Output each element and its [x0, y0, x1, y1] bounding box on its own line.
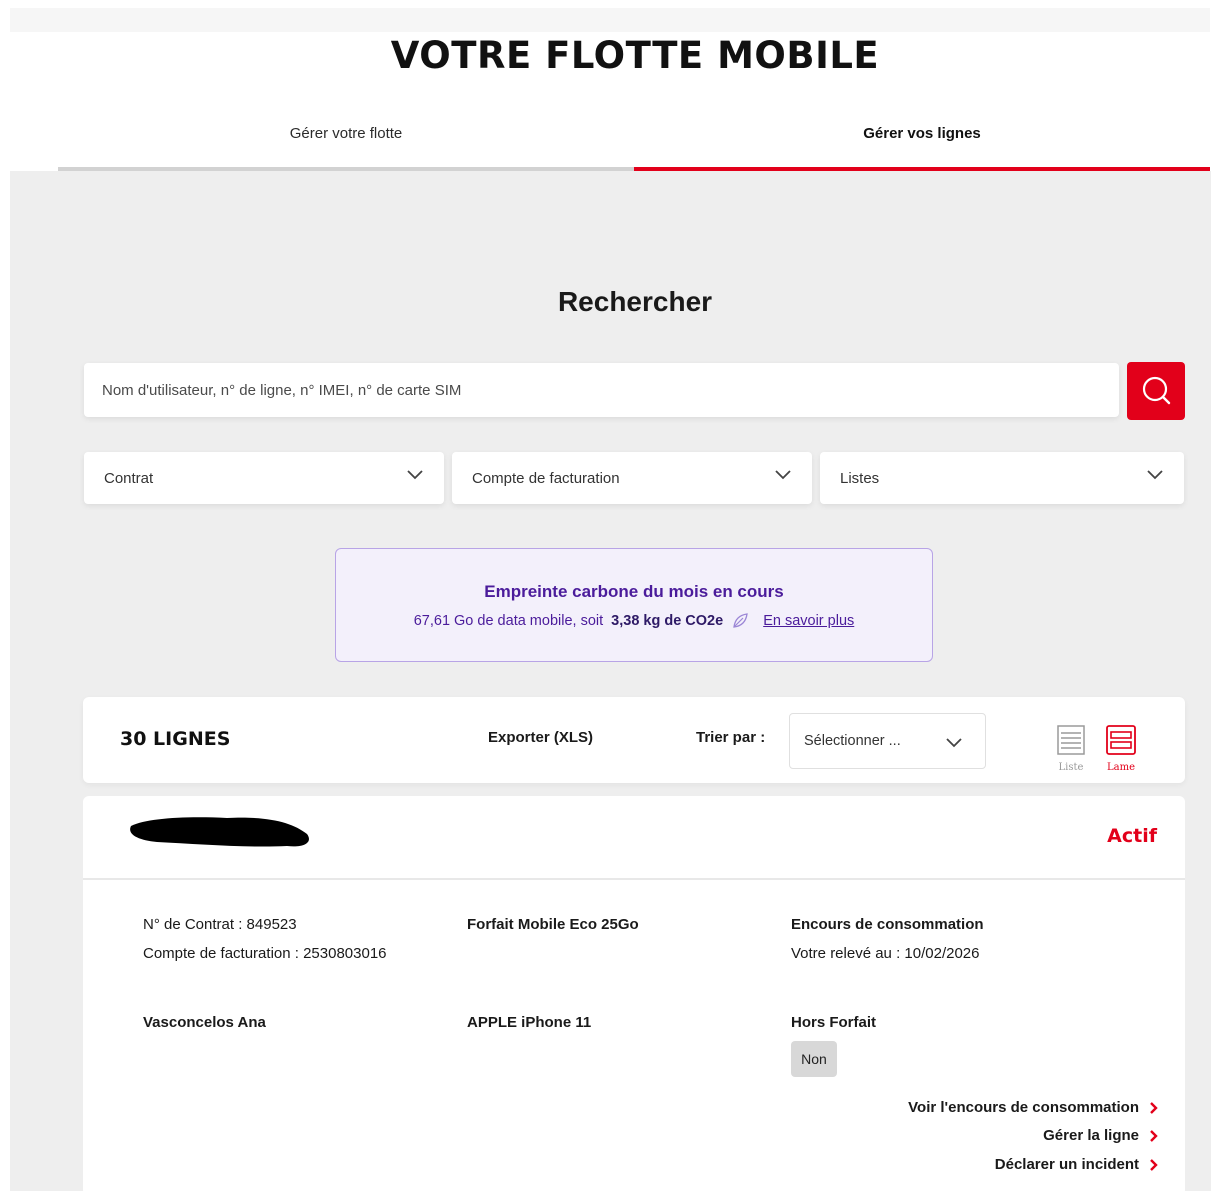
- filter-contract[interactable]: Contrat: [84, 452, 444, 504]
- line-user: Vasconcelos Ana: [143, 1014, 266, 1031]
- device-name: APPLE iPhone 11: [467, 1014, 592, 1031]
- filter-lists[interactable]: Listes: [820, 452, 1184, 504]
- lines-count: 30 LIGNES: [120, 728, 231, 750]
- chevron-right-icon: [1150, 1129, 1158, 1142]
- tab-bar: Gérer votre flotte Gérer vos lignes: [58, 115, 1210, 171]
- sort-select-value: Sélectionner ...: [804, 733, 901, 749]
- chevron-right-icon: [1150, 1158, 1158, 1171]
- chevron-down-icon: [1147, 470, 1163, 480]
- filter-billing-account-label: Compte de facturation: [472, 469, 620, 487]
- redacted-name: [130, 817, 309, 847]
- carbon-text: 67,61 Go de data mobile, soit: [413, 613, 604, 629]
- tab-manage-fleet[interactable]: Gérer votre flotte: [58, 115, 634, 171]
- search-button[interactable]: [1127, 362, 1185, 420]
- view-usage-label: Voir l'encours de consommation: [908, 1099, 1139, 1116]
- chevron-down-icon: [946, 738, 962, 748]
- overage-title: Hors Forfait: [791, 1014, 877, 1031]
- search-input[interactable]: [84, 363, 1119, 417]
- tab-manage-lines[interactable]: Gérer vos lignes: [634, 115, 1210, 171]
- export-xls-button[interactable]: Exporter (XLS): [488, 729, 593, 746]
- search-title: Rechercher: [557, 286, 713, 317]
- billing-account: Compte de facturation : 2530803016: [143, 945, 387, 962]
- overage-badge: Non: [791, 1041, 837, 1077]
- view-card-label: Lame: [1106, 762, 1135, 773]
- report-incident-link[interactable]: Déclarer un incident: [995, 1156, 1159, 1173]
- usage-title: Encours de consommation: [791, 916, 984, 933]
- search-icon: [1142, 376, 1171, 405]
- carbon-title: Empreinte carbone du mois en cours: [484, 582, 784, 601]
- view-list-label: Liste: [1058, 762, 1084, 773]
- filter-billing-account[interactable]: Compte de facturation: [452, 452, 812, 504]
- chevron-down-icon: [775, 470, 791, 480]
- learn-more-link[interactable]: En savoir plus: [763, 613, 854, 629]
- plan-name: Forfait Mobile Eco 25Go: [467, 916, 639, 933]
- card-view-icon: [1106, 725, 1136, 755]
- statement-date: Votre relevé au : 10/02/2026: [791, 945, 980, 962]
- leaf-icon: [733, 613, 748, 628]
- carbon-line: 67,61 Go de data mobile, soit 3,38 kg de…: [336, 612, 932, 630]
- chevron-down-icon: [407, 470, 423, 480]
- manage-line-link[interactable]: Gérer la ligne: [1043, 1127, 1159, 1144]
- contract-number: N° de Contrat : 849523: [143, 916, 297, 933]
- results-toolbar: 30 LIGNES Exporter (XLS) Trier par : Sél…: [83, 697, 1185, 783]
- carbon-value: 3,38 kg de CO2e: [611, 613, 724, 629]
- status-badge: Actif: [1107, 825, 1157, 847]
- filter-lists-label: Listes: [840, 469, 880, 487]
- manage-line-label: Gérer la ligne: [1043, 1127, 1139, 1144]
- page-title: VOTRE FLOTTE MOBILE: [390, 34, 880, 77]
- sort-select[interactable]: Sélectionner ...: [789, 713, 986, 769]
- view-list-button[interactable]: Liste: [1051, 725, 1091, 773]
- line-card-header: Actif: [83, 796, 1185, 880]
- report-incident-label: Déclarer un incident: [994, 1156, 1139, 1173]
- view-usage-link[interactable]: Voir l'encours de consommation: [908, 1099, 1159, 1116]
- view-card-button[interactable]: Lame: [1101, 725, 1141, 773]
- filter-contract-label: Contrat: [104, 469, 154, 487]
- line-card: Actif N° de Contrat : 849523 Compte de f…: [83, 796, 1185, 1191]
- carbon-footprint-box: Empreinte carbone du mois en cours 67,61…: [335, 548, 933, 662]
- sort-label: Trier par :: [696, 729, 766, 746]
- chevron-right-icon: [1150, 1101, 1158, 1114]
- list-view-icon: [1057, 725, 1085, 755]
- top-strip: [10, 8, 1210, 32]
